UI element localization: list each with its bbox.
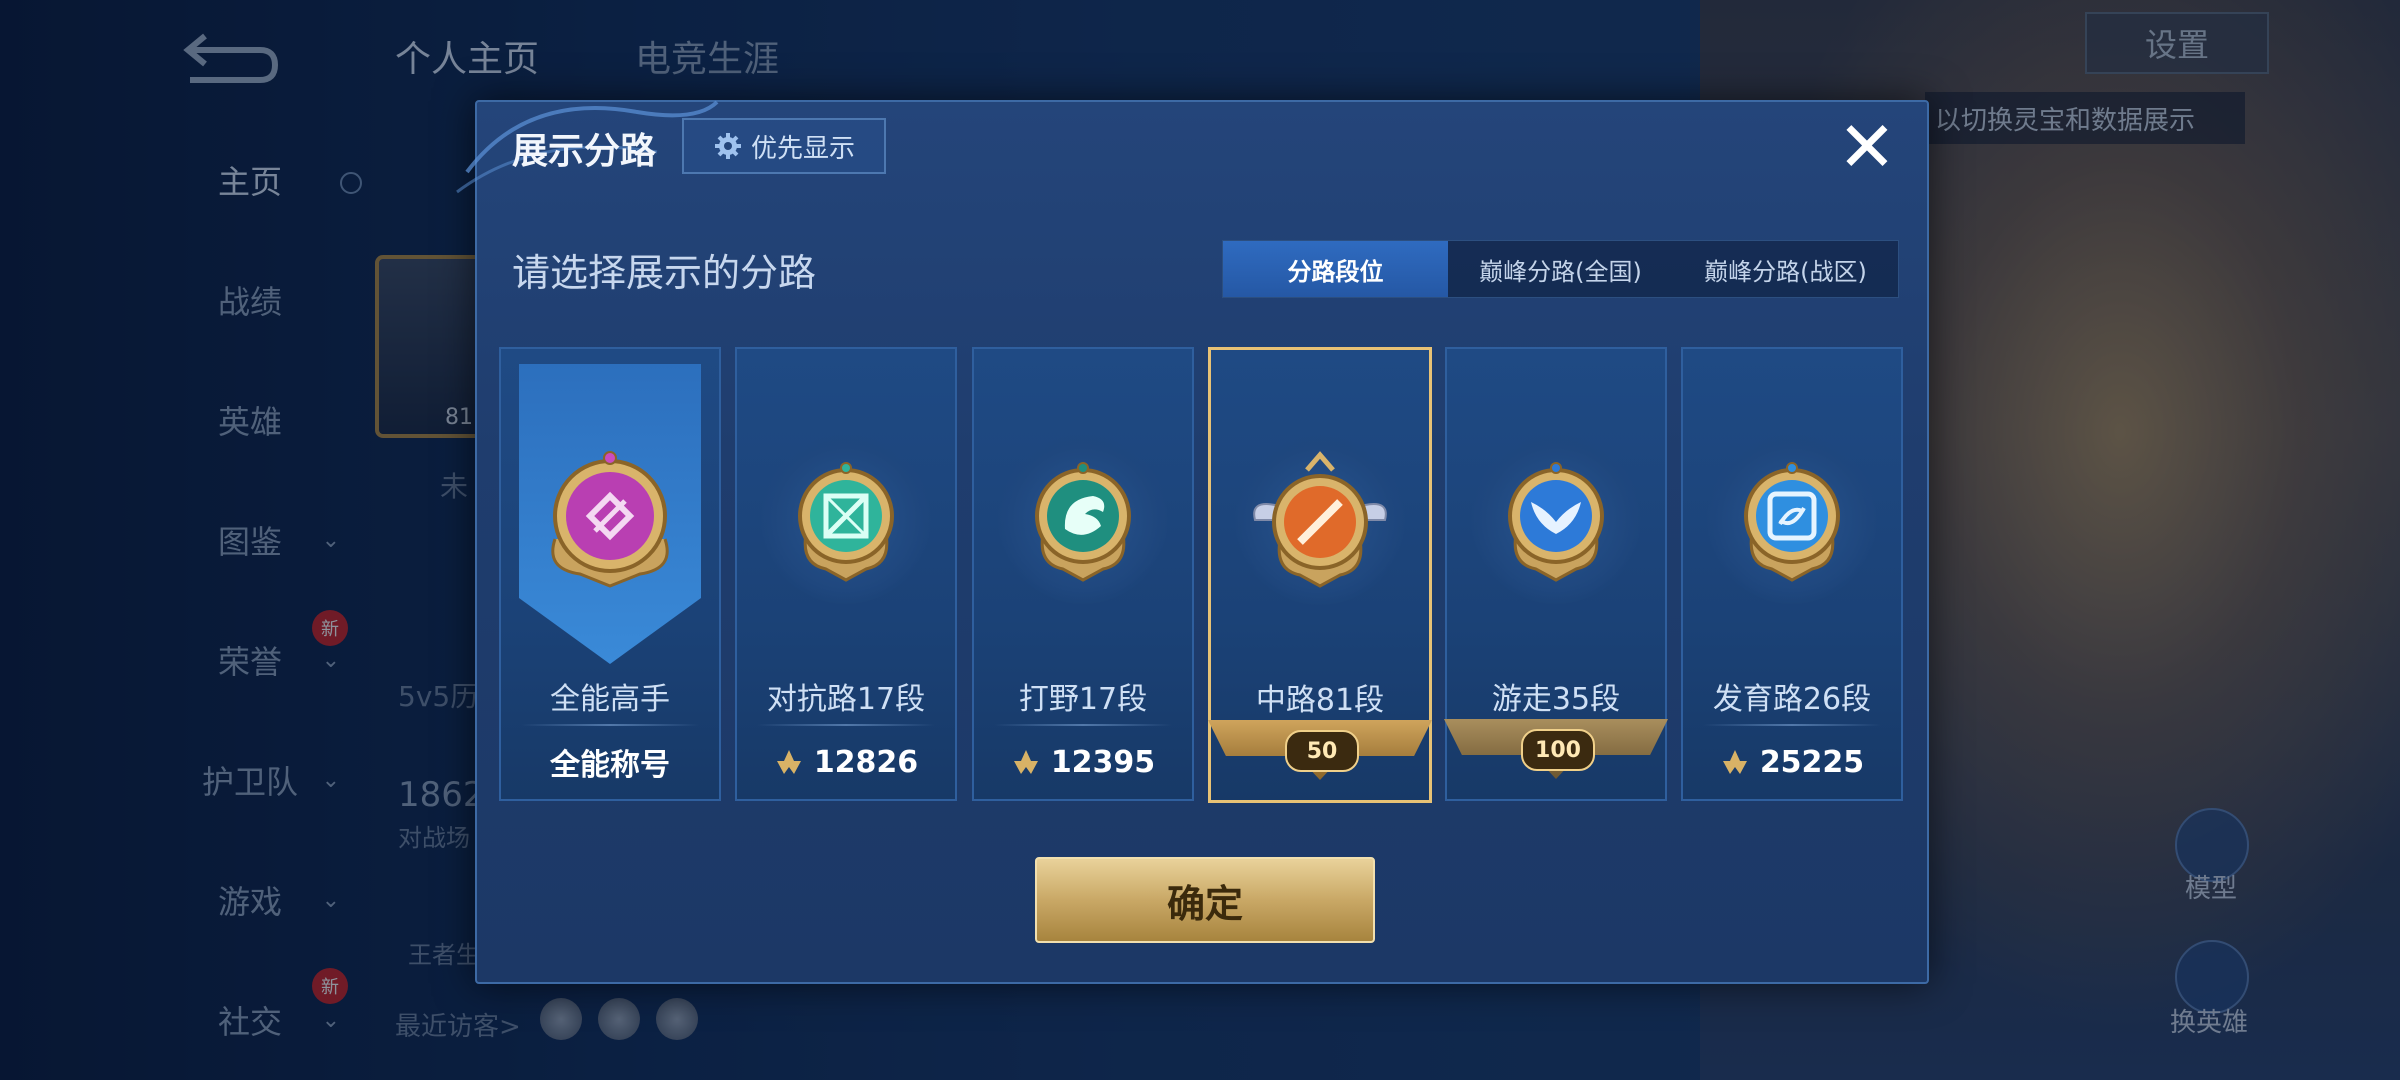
bow-emblem-icon: [1744, 462, 1840, 582]
priority-display-button[interactable]: 优先显示: [682, 118, 886, 174]
lane-name: 全能高手: [550, 682, 670, 717]
score-value: 25225: [1759, 744, 1865, 780]
section-subtitle: 请选择展示的分路: [512, 251, 817, 295]
lane-display-dialog: 展示分路 优先显示 ✕ 请选择展示的分路 分路段位 巅峰分路(全国) 巅峰分路(…: [456, 100, 1929, 984]
divider: [1703, 724, 1881, 726]
lane-score: 12395: [974, 737, 1192, 787]
lane-card-roam[interactable]: 游走35段 100: [1444, 347, 1668, 801]
confirm-button[interactable]: 确定: [1035, 857, 1375, 943]
lane-card-jungle[interactable]: 打野17段 12395: [972, 347, 1194, 801]
lane-card-all-round[interactable]: 全能高手 全能称号: [499, 347, 721, 801]
lane-name: 打野17段: [1018, 682, 1148, 717]
rank-badge: 50: [1285, 730, 1359, 772]
tab-peak-region[interactable]: 巅峰分路(战区): [1673, 241, 1898, 297]
score-value: 12395: [1050, 744, 1156, 780]
tab-lane-rank[interactable]: 分路段位: [1223, 241, 1448, 297]
wings-emblem-icon: [1508, 462, 1604, 582]
divider: [757, 724, 935, 726]
lane-value: 全能称号: [501, 737, 719, 787]
score-value: 12826: [813, 744, 919, 780]
all-round-emblem-icon: [551, 451, 669, 588]
divider: [994, 724, 1172, 726]
score-icon: [776, 750, 801, 774]
lane-score: 25225: [1683, 737, 1901, 787]
lane-card-farm[interactable]: 发育路26段 25225: [1681, 347, 1903, 801]
title-text: 全能称号: [550, 748, 670, 783]
lane-name: 对抗路17段: [766, 682, 926, 717]
dragon-emblem-icon: [1035, 462, 1131, 582]
close-icon[interactable]: ✕: [1832, 112, 1902, 182]
lane-name: 游走35段: [1491, 682, 1621, 717]
lane-card-clash[interactable]: 对抗路17段 12826: [735, 347, 957, 801]
crossed-swords-emblem-icon: [798, 462, 894, 582]
rank-badge: 100: [1521, 729, 1595, 771]
lane-type-tabs: 分路段位 巅峰分路(全国) 巅峰分路(战区): [1222, 240, 1899, 298]
lane-name: 发育路26段: [1712, 682, 1872, 717]
score-icon: [1722, 750, 1747, 774]
tab-peak-national[interactable]: 巅峰分路(全国): [1448, 241, 1673, 297]
lane-score: 12826: [737, 737, 955, 787]
score-icon: [1013, 750, 1038, 774]
lane-card-mid[interactable]: 中路81段 50: [1208, 347, 1432, 803]
gear-icon: [714, 133, 741, 159]
dialog-title: 展示分路: [512, 131, 657, 172]
lane-name: 中路81段: [1255, 683, 1385, 718]
staff-emblem-icon: [1253, 451, 1387, 588]
divider: [521, 724, 699, 726]
priority-display-label: 优先显示: [750, 133, 855, 164]
